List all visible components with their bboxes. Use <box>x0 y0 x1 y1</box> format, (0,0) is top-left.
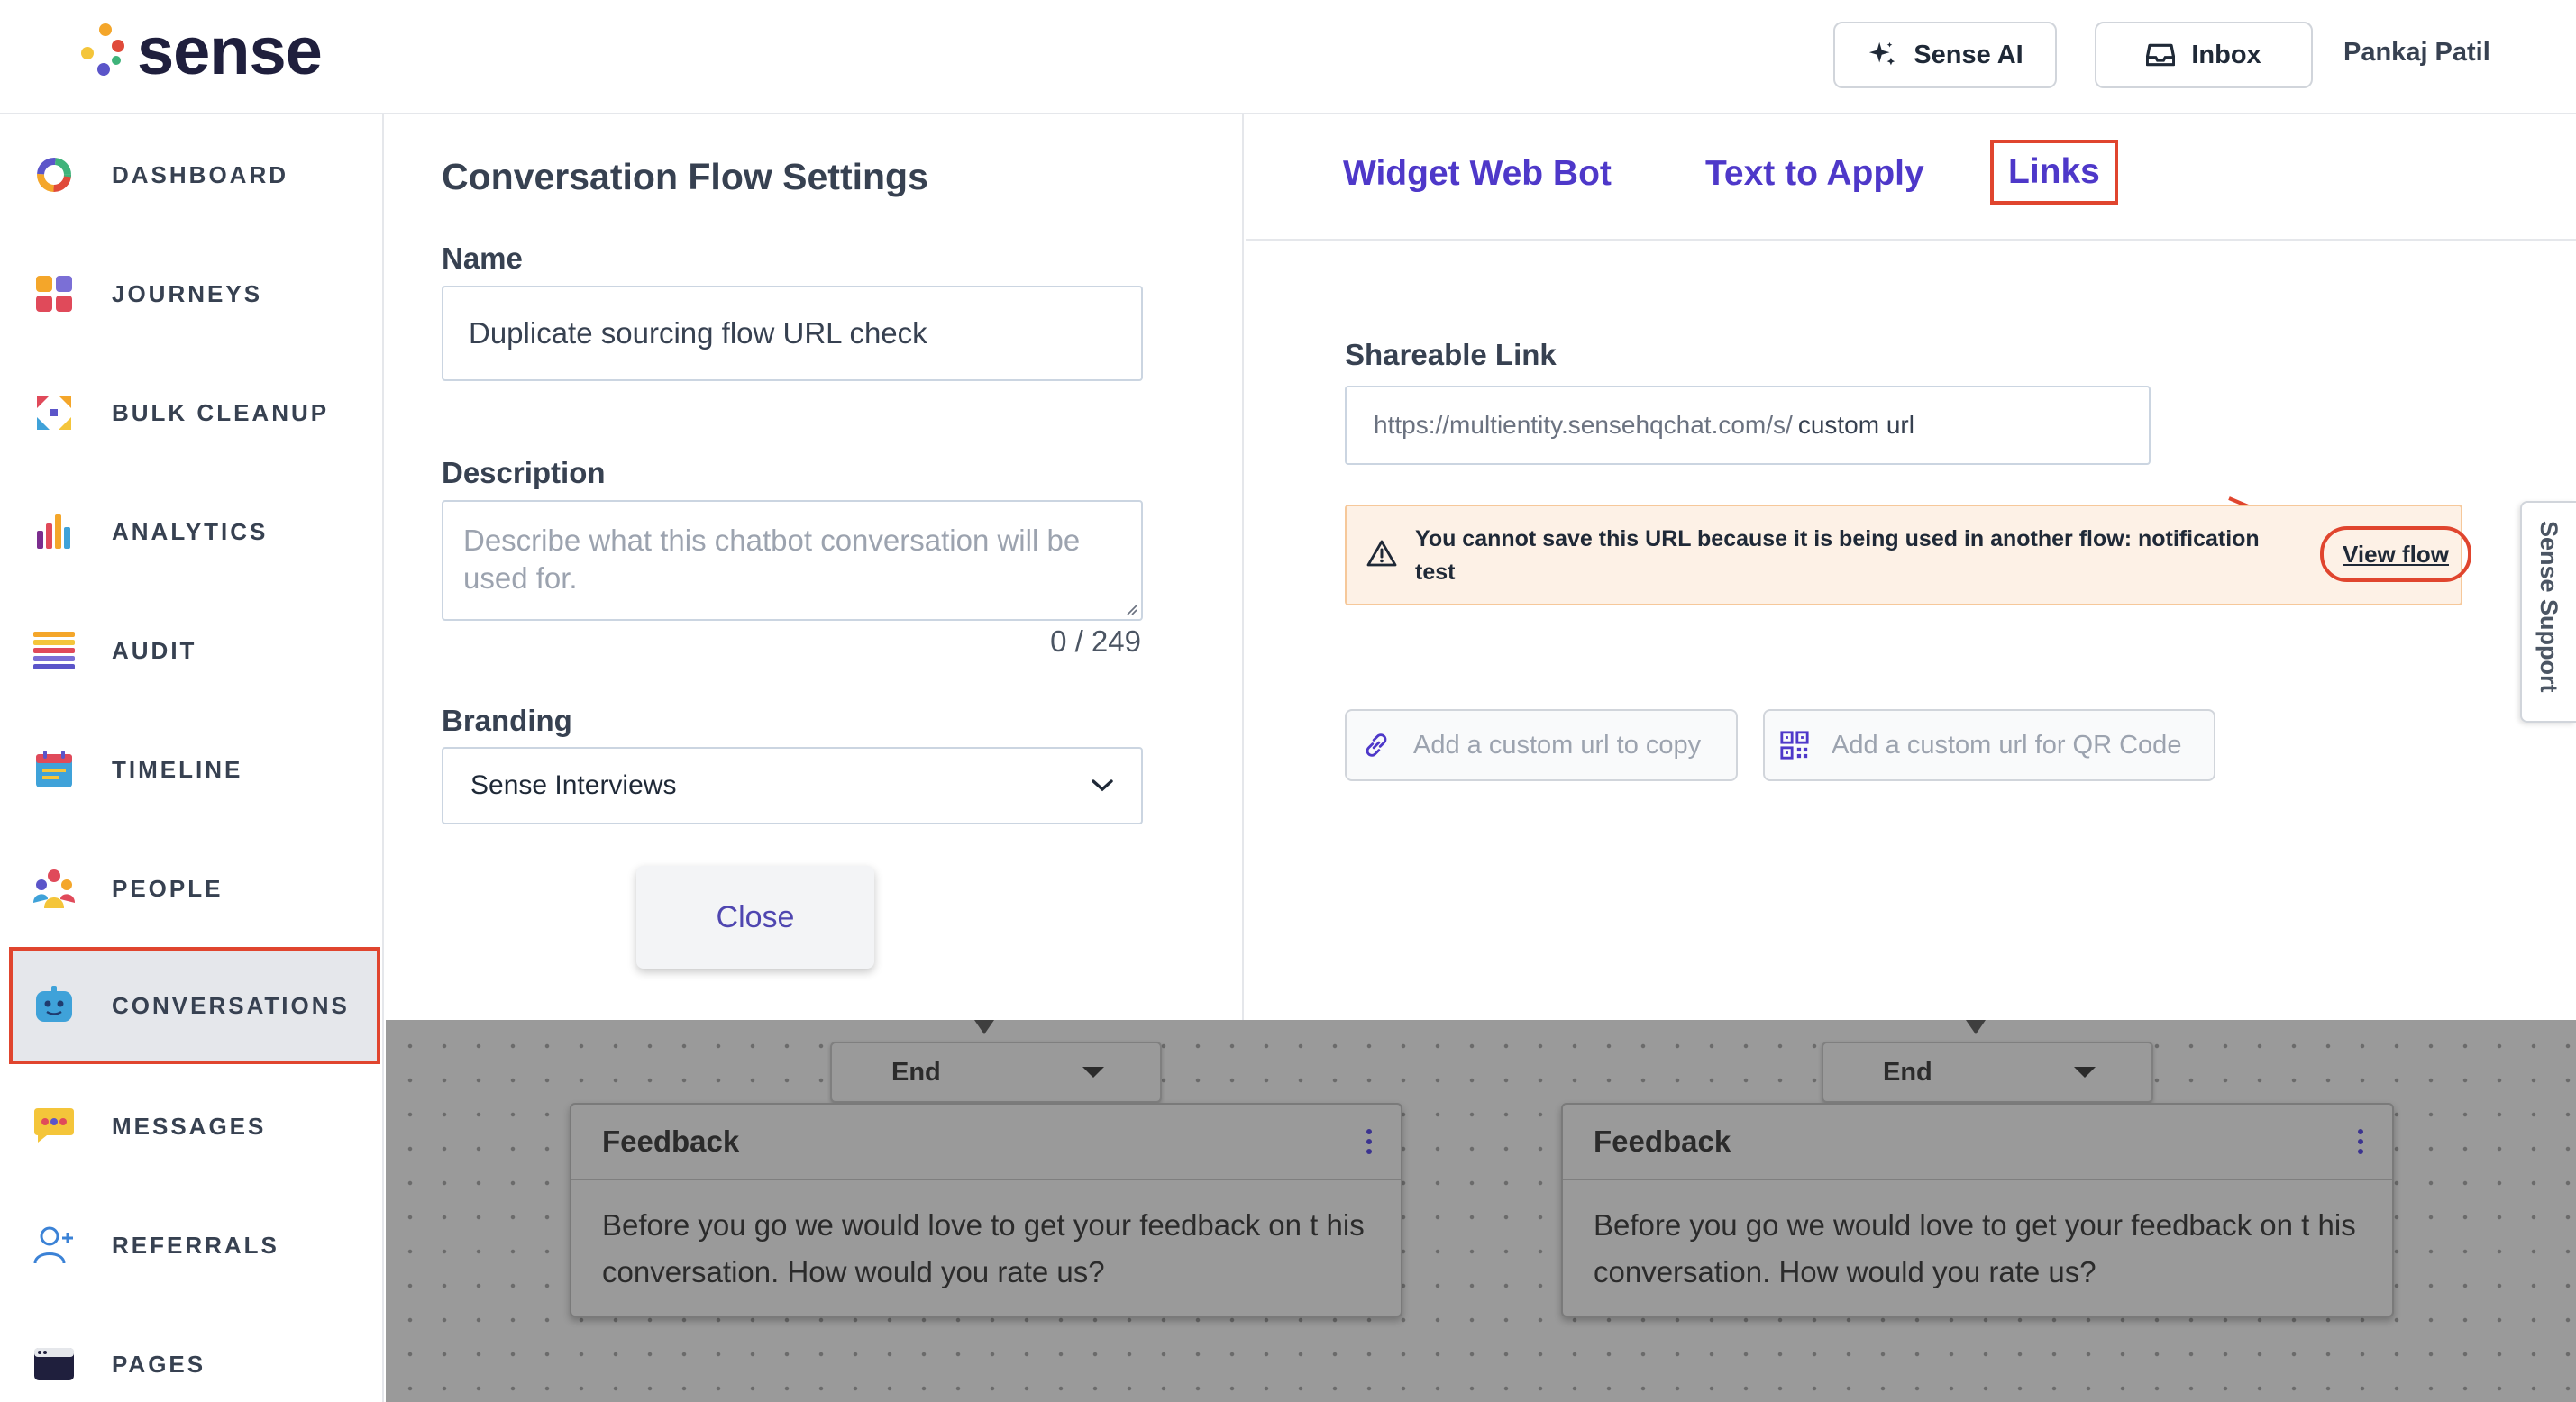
connector-arrow-icon <box>1966 1020 1986 1034</box>
end-select[interactable]: End <box>830 1042 1162 1103</box>
more-options-icon[interactable] <box>2356 1127 2365 1156</box>
node-body: Before you go we would love to get your … <box>1594 1208 2356 1288</box>
name-label: Name <box>442 241 523 275</box>
more-options-icon[interactable] <box>1365 1127 1374 1156</box>
tab-links[interactable]: Links <box>1990 140 2118 205</box>
inbox-button[interactable]: Inbox <box>2095 22 2313 88</box>
sidebar-item-conversations[interactable]: CONVERSATIONS <box>9 947 380 1064</box>
qr-code-placeholder: Add a custom url for QR Code <box>1832 730 2182 760</box>
name-field[interactable]: Duplicate sourcing flow URL check <box>442 286 1143 381</box>
sparkle-icon <box>1869 41 1895 66</box>
tab-bar: Widget Web Bot Text to Apply Links <box>1246 114 2576 241</box>
sidebar-item-label: BULK CLEANUP <box>112 398 330 426</box>
sidebar-item-label: REFERRALS <box>112 1231 279 1259</box>
warning-text: You cannot save this URL because it is b… <box>1415 526 2260 585</box>
sidebar-item-label: PEOPLE <box>112 874 224 902</box>
sidebar-item-people[interactable]: PEOPLE <box>9 832 380 945</box>
flow-settings-panel: Conversation Flow Settings Name Duplicat… <box>386 114 1244 1020</box>
qr-code-button[interactable]: Add a custom url for QR Code <box>1763 709 2215 781</box>
branding-select[interactable]: Sense Interviews <box>442 747 1143 824</box>
shareable-link-label: Shareable Link <box>1345 338 1557 371</box>
end-select-label: End <box>1883 1057 1932 1087</box>
url-conflict-warning: You cannot save this URL because it is b… <box>1345 505 2471 605</box>
feedback-node[interactable]: Feedback Before you go we would love to … <box>1561 1103 2394 1317</box>
conversations-icon <box>32 984 76 1027</box>
url-prefix: https://multientity.sensehqchat.com/s/ <box>1374 411 1793 439</box>
top-header: sense Sense AI Inbox Pankaj Patil <box>0 0 2576 114</box>
sidebar-item-bulk-cleanup[interactable]: BULK CLEANUP <box>9 356 380 469</box>
node-title: Feedback <box>602 1124 740 1158</box>
end-select-label: End <box>891 1057 941 1087</box>
sidebar-item-label: TIMELINE <box>112 755 243 783</box>
referrals-icon <box>32 1224 76 1267</box>
view-flow-link[interactable]: View flow <box>2320 526 2471 582</box>
node-header: Feedback <box>571 1105 1401 1180</box>
sidebar: DASHBOARD JOURNEYS BULK CLEANUP ANALYTIC… <box>0 114 384 1402</box>
sidebar-item-journeys[interactable]: JOURNEYS <box>9 237 380 350</box>
timeline-icon <box>32 748 76 791</box>
description-field[interactable]: Describe what this chatbot conversation … <box>442 500 1143 621</box>
sidebar-item-timeline[interactable]: TIMELINE <box>9 713 380 826</box>
caret-down-icon <box>1082 1067 1104 1078</box>
node-header: Feedback <box>1563 1105 2392 1180</box>
description-placeholder: Describe what this chatbot conversation … <box>463 523 1081 595</box>
sidebar-item-referrals[interactable]: REFERRALS <box>9 1188 380 1302</box>
feedback-node[interactable]: Feedback Before you go we would love to … <box>570 1103 1402 1317</box>
user-name[interactable]: Pankaj Patil <box>2343 38 2490 68</box>
sidebar-item-label: CONVERSATIONS <box>112 991 350 1019</box>
node-title: Feedback <box>1594 1124 1731 1158</box>
sidebar-item-analytics[interactable]: ANALYTICS <box>9 475 380 588</box>
sense-support-tab[interactable]: Sense Support <box>2520 501 2576 723</box>
end-select[interactable]: End <box>1822 1042 2153 1103</box>
logo-dots-icon <box>79 20 124 83</box>
sidebar-item-label: DASHBOARD <box>112 160 288 188</box>
branding-value: Sense Interviews <box>470 770 677 800</box>
sidebar-item-label: JOURNEYS <box>112 279 263 307</box>
page-title: Conversation Flow Settings <box>442 156 928 197</box>
connector-arrow-icon <box>974 1020 994 1034</box>
tab-widget-web-bot[interactable]: Widget Web Bot <box>1343 154 1612 194</box>
bulk-cleanup-icon <box>32 391 76 434</box>
sidebar-item-messages[interactable]: MESSAGES <box>9 1070 380 1183</box>
qr-code-icon <box>1780 731 1809 760</box>
inbox-label: Inbox <box>2191 40 2261 69</box>
dashboard-icon <box>32 153 76 196</box>
sidebar-item-audit[interactable]: AUDIT <box>9 594 380 707</box>
sense-support-label: Sense Support <box>2535 521 2562 693</box>
tab-text-to-apply[interactable]: Text to Apply <box>1705 154 1924 194</box>
people-icon <box>32 867 76 910</box>
node-body: Before you go we would love to get your … <box>602 1208 1365 1288</box>
sidebar-item-label: MESSAGES <box>112 1112 267 1140</box>
url-custom-value: custom url <box>1797 411 1914 439</box>
inbox-icon <box>2146 43 2176 67</box>
chevron-down-icon <box>1092 779 1113 792</box>
warning-icon <box>1366 540 1397 567</box>
sense-logo[interactable]: sense <box>79 14 323 88</box>
sidebar-item-label: ANALYTICS <box>112 517 269 545</box>
caret-down-icon <box>2074 1067 2096 1078</box>
close-button[interactable]: Close <box>636 866 874 969</box>
links-panel: Widget Web Bot Text to Apply Links Share… <box>1246 114 2576 1020</box>
sidebar-item-dashboard[interactable]: DASHBOARD <box>9 118 380 232</box>
sense-ai-label: Sense AI <box>1914 40 2023 69</box>
resize-handle-icon[interactable] <box>1123 601 1137 615</box>
logo-text: sense <box>137 14 323 88</box>
sense-ai-button[interactable]: Sense AI <box>1833 22 2057 88</box>
copy-url-placeholder: Add a custom url to copy <box>1413 730 1702 760</box>
messages-icon <box>32 1105 76 1148</box>
analytics-icon <box>32 510 76 553</box>
description-counter: 0 / 249 <box>1050 624 1141 658</box>
sidebar-item-pages[interactable]: PAGES <box>9 1307 380 1402</box>
pages-icon <box>32 1343 76 1386</box>
sidebar-item-label: AUDIT <box>112 636 197 664</box>
branding-label: Branding <box>442 704 572 737</box>
flow-canvas: End Feedback Before you go we would love… <box>386 1020 2576 1402</box>
audit-icon <box>32 629 76 672</box>
sidebar-item-label: PAGES <box>112 1350 206 1378</box>
copy-url-button[interactable]: Add a custom url to copy <box>1345 709 1738 781</box>
link-icon <box>1366 733 1387 757</box>
shareable-link-input[interactable]: https://multientity.sensehqchat.com/s/ c… <box>1345 386 2151 465</box>
journeys-icon <box>32 272 76 315</box>
description-label: Description <box>442 456 606 489</box>
